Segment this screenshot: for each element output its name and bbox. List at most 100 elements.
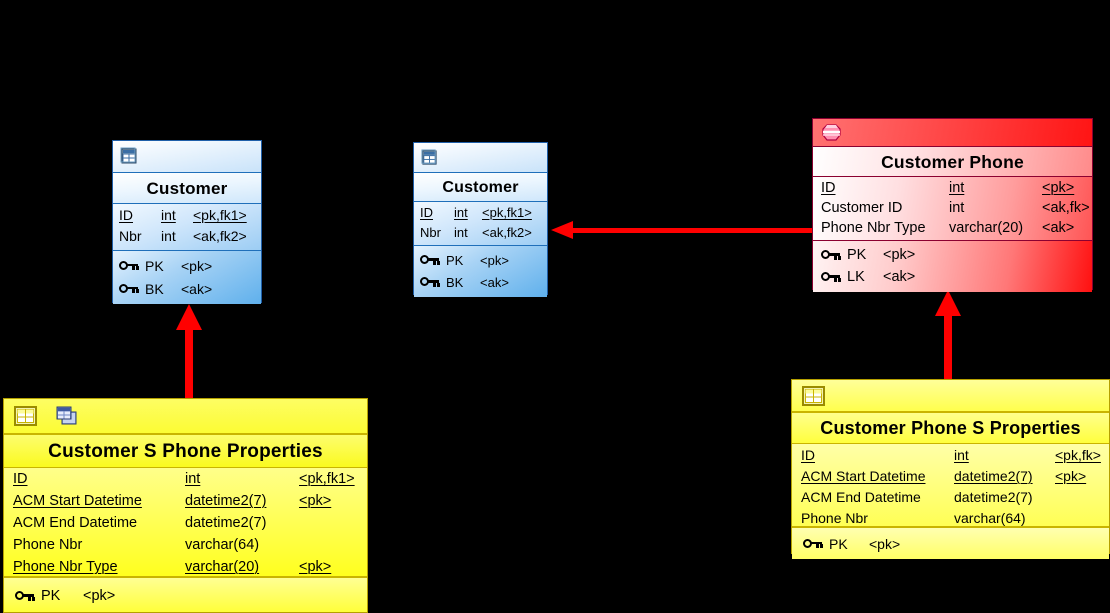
key-row: BK <ak> xyxy=(420,271,541,293)
entity-title: Customer xyxy=(414,173,547,202)
attribute-flag: <pk> xyxy=(1042,180,1075,196)
entity-keys: PK <pk> LK <ak> xyxy=(813,241,1092,292)
attribute-type: varchar(64) xyxy=(185,537,260,553)
key-label: BK xyxy=(446,274,464,290)
key-label: BK xyxy=(145,280,164,297)
attribute-row: ACM End Datetime datetime2(7) xyxy=(801,489,1103,510)
key-flag: <pk> xyxy=(83,588,116,604)
attribute-name: ID xyxy=(119,207,133,223)
key-icon xyxy=(15,590,35,602)
attribute-type: varchar(20) xyxy=(949,220,1024,236)
attribute-name: Phone Nbr Type xyxy=(821,220,926,236)
attribute-type: int xyxy=(949,200,965,216)
attribute-name: Phone Nbr xyxy=(801,510,868,526)
entity-customer-left[interactable]: Customer ID int <pk,fk1> Nbr int <ak,fk2… xyxy=(112,140,262,304)
attribute-name: ACM Start Datetime xyxy=(13,493,142,509)
key-icon xyxy=(119,283,139,295)
attribute-row: Nbr int <ak,fk2> xyxy=(420,225,541,245)
table-icon xyxy=(119,147,139,166)
attribute-type: int xyxy=(185,471,201,487)
attribute-flag: <ak,fk2> xyxy=(193,228,247,244)
entity-icon-bar xyxy=(4,399,367,435)
attribute-type: int xyxy=(161,207,176,223)
attribute-flag: <pk> xyxy=(299,559,332,575)
key-flag: <ak> xyxy=(181,280,213,297)
attribute-name: Customer ID xyxy=(821,200,903,216)
attribute-name: ID xyxy=(821,180,836,196)
attribute-row: ID int <pk> xyxy=(821,180,1086,200)
key-icon xyxy=(821,271,841,283)
key-label: PK xyxy=(145,257,164,274)
entity-title: Customer xyxy=(113,173,261,204)
key-row: PK <pk> xyxy=(420,249,541,271)
key-icon xyxy=(420,254,440,266)
attribute-row: ACM Start Datetime datetime2(7) <pk> xyxy=(801,468,1103,489)
key-flag: <pk> xyxy=(181,257,213,274)
connector-shaft xyxy=(944,314,952,384)
attribute-row: ID int <pk,fk1> xyxy=(13,471,361,493)
entity-title: Customer S Phone Properties xyxy=(4,435,367,468)
attribute-row: Phone Nbr varchar(64) xyxy=(13,537,361,559)
table-icon xyxy=(802,385,826,407)
table-icon xyxy=(14,405,38,427)
arrowhead-left-icon xyxy=(551,221,573,239)
attribute-type: int xyxy=(949,180,965,196)
connector-right-vertical[interactable] xyxy=(935,290,961,384)
attribute-type: varchar(20) xyxy=(185,559,260,575)
key-flag: <ak> xyxy=(480,274,509,290)
attribute-row: Nbr int <ak,fk2> xyxy=(119,228,255,249)
view-icon xyxy=(819,123,843,143)
attribute-type: int xyxy=(954,447,969,463)
attribute-name: ID xyxy=(13,471,28,487)
entity-attributes: ID int <pk,fk1> ACM Start Datetime datet… xyxy=(4,468,367,578)
attribute-flag: <pk,fk1> xyxy=(482,205,532,220)
entity-title: Customer Phone xyxy=(813,147,1092,177)
key-row: LK <ak> xyxy=(821,266,1086,288)
attribute-name: Phone Nbr Type xyxy=(13,559,118,575)
entity-keys: PK <pk> xyxy=(792,528,1109,559)
connector-left-vertical[interactable] xyxy=(176,304,202,402)
attribute-type: datetime2(7) xyxy=(185,515,267,531)
key-flag: <pk> xyxy=(480,252,509,268)
key-flag: <pk> xyxy=(869,535,901,552)
attribute-row: ID int <pk,fk1> xyxy=(420,205,541,225)
attribute-type: datetime2(7) xyxy=(185,493,267,509)
arrowhead-up-icon xyxy=(176,304,202,330)
entity-customer-s-phone-properties[interactable]: Customer S Phone Properties ID int <pk,f… xyxy=(3,398,368,613)
entity-icon-bar xyxy=(113,141,261,173)
connector-horizontal[interactable] xyxy=(551,221,813,239)
entity-keys: PK <pk> xyxy=(4,578,367,612)
connector-shaft xyxy=(571,227,813,233)
attribute-name: ACM End Datetime xyxy=(801,489,921,505)
attribute-type: int xyxy=(454,225,468,240)
attribute-row: Phone Nbr Type varchar(20) <ak> xyxy=(821,220,1086,240)
key-label: PK xyxy=(829,535,848,552)
key-label: LK xyxy=(847,269,865,285)
attribute-flag: <pk,fk1> xyxy=(193,207,247,223)
attribute-name: ID xyxy=(420,205,433,220)
key-row: PK <pk> xyxy=(15,584,361,608)
attribute-flag: <pk,fk> xyxy=(1055,447,1101,463)
attribute-flag: <ak> xyxy=(1042,220,1075,236)
attribute-name: ACM End Datetime xyxy=(13,515,138,531)
entity-customer-phone-s-properties[interactable]: Customer Phone S Properties ID int <pk,f… xyxy=(791,379,1110,559)
entity-attributes: ID int <pk,fk> ACM Start Datetime dateti… xyxy=(792,444,1109,528)
attribute-name: Phone Nbr xyxy=(13,537,83,553)
entity-customer-phone[interactable]: Customer Phone ID int <pk> Customer ID i… xyxy=(812,118,1093,292)
arrowhead-up-icon xyxy=(935,290,961,316)
attribute-type: varchar(64) xyxy=(954,510,1026,526)
key-label: PK xyxy=(847,247,867,263)
attribute-name: ACM Start Datetime xyxy=(801,468,926,484)
attribute-name: Nbr xyxy=(119,228,142,244)
key-icon xyxy=(420,276,440,288)
key-row: PK <pk> xyxy=(821,244,1086,266)
key-icon xyxy=(119,260,139,272)
diagram-canvas: Customer ID int <pk,fk1> Nbr int <ak,fk2… xyxy=(0,0,1110,613)
attribute-row: ID int <pk,fk1> xyxy=(119,207,255,228)
key-flag: <pk> xyxy=(883,247,916,263)
key-icon xyxy=(803,538,823,550)
key-row: PK <pk> xyxy=(803,532,1103,555)
attribute-type: int xyxy=(454,205,468,220)
attribute-flag: <pk> xyxy=(1055,468,1087,484)
entity-customer-middle[interactable]: Customer ID int <pk,fk1> Nbr int <ak,fk2… xyxy=(413,142,548,297)
